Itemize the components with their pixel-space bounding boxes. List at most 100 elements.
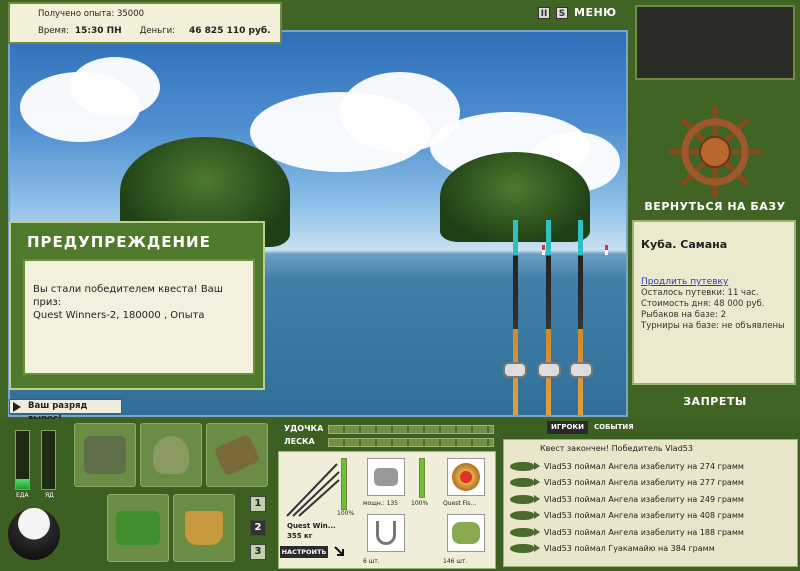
pause-button[interactable]: II: [538, 6, 550, 19]
reel-icon: [537, 362, 561, 378]
list-item: Vlad53 поймал Ангела изабелиту на 277 гр…: [504, 475, 797, 491]
list-item: Vlad53 поймал Гуакамайю на 384 грамм: [504, 541, 797, 557]
poison-meter: [41, 430, 56, 490]
bans-button[interactable]: ЗАПРЕТЫ: [632, 395, 798, 408]
inventory-slot-tools[interactable]: [206, 423, 268, 487]
rod-percent: 100%: [337, 510, 355, 517]
rod-name: Quest Win...: [287, 522, 336, 530]
rod-image-icon[interactable]: [283, 458, 341, 520]
warning-line-1: Вы стали победителем квеста! Ваш приз:: [33, 284, 223, 308]
event-text: Vlad53 поймал Ангела изабелиту на 188 гр…: [544, 527, 744, 537]
arrow-down-right-icon[interactable]: [334, 546, 346, 558]
rod-weight: 355 кг: [287, 532, 313, 540]
trip-remaining: Осталось путевки: 11 час.: [641, 288, 759, 298]
bobber-icon: [605, 245, 608, 255]
rod-durability-fill: [342, 459, 346, 509]
food-basket-icon: [116, 511, 160, 545]
fish-icon: [510, 544, 540, 553]
inventory-slot-tackle-box[interactable]: [74, 423, 136, 487]
setup-button[interactable]: НАСТРОИТЬ: [280, 546, 328, 558]
day-cost: Стоимость дня: 48 000 руб.: [641, 299, 765, 309]
events-header: Квест закончен! Победитель Vlad53: [540, 444, 693, 453]
time-label: Время:: [38, 26, 69, 36]
reel-durability-bar: [419, 458, 425, 498]
event-text: Vlad53 поймал Ангела изабелиту на 274 гр…: [544, 461, 744, 471]
event-text: Vlad53 поймал Ангела изабелиту на 408 гр…: [544, 511, 744, 520]
rank-up-notice[interactable]: Ваш разряд вырос!: [9, 399, 122, 424]
reel-slot[interactable]: [367, 458, 405, 496]
line-name: Quest Fis...: [443, 500, 477, 507]
list-item: Vlad53 поймал Ангела изабелиту на 408 гр…: [504, 508, 797, 524]
reel-durability-fill: [420, 459, 424, 497]
bucket-icon: [185, 511, 223, 545]
location-panel: Куба. Самана Продлить путевку Осталось п…: [632, 220, 796, 385]
exp-label: Получено опыта:: [38, 9, 115, 19]
fish-icon: [510, 527, 540, 537]
ship-wheel-icon[interactable]: [632, 88, 798, 216]
rod-label: УДОЧКА: [284, 424, 324, 433]
bait-slot[interactable]: [447, 514, 485, 552]
inventory-tab-2[interactable]: 2: [250, 520, 266, 536]
time-value: 15:30 ПН: [74, 26, 122, 36]
inventory-slot-basket[interactable]: [107, 494, 169, 562]
warning-line-2: Quest Winners-2, 180000 , Опыта: [33, 310, 205, 321]
tools-icon: [213, 433, 261, 477]
fish-icon: [510, 494, 540, 504]
events-panel: ИГРОКИ СОБЫТИЯ Квест закончен! Победител…: [503, 421, 798, 569]
line-spool-icon: [452, 463, 480, 491]
reel-icon: [569, 362, 593, 378]
arrow-icon: [13, 402, 21, 412]
event-text: Vlad53 поймал Ангела изабелиту на 249 гр…: [544, 494, 744, 504]
event-text: Vlad53 поймал Гуакамайю на 384 грамм: [544, 544, 715, 553]
list-item: Vlad53 поймал Ангела изабелиту на 249 гр…: [504, 491, 797, 507]
list-item: Vlad53 поймал Ангела изабелиту на 188 гр…: [504, 524, 797, 540]
sound-button[interactable]: S: [556, 6, 568, 19]
cauldron-icon[interactable]: [8, 508, 60, 560]
events-tabs: ИГРОКИ СОБЫТИЯ: [547, 421, 638, 434]
rod-3[interactable]: [578, 220, 583, 415]
inventory-slot-bucket[interactable]: [173, 494, 235, 562]
poison-label: ЯД: [45, 492, 54, 499]
tab-players[interactable]: ИГРОКИ: [547, 421, 588, 434]
tackle-box-icon: [84, 436, 126, 474]
warning-title: ПРЕДУПРЕЖДЕНИЕ: [27, 233, 211, 251]
fishers-count: Рыбаков на базе: 2: [641, 310, 726, 320]
money-label: Деньги:: [139, 26, 176, 36]
rod-2[interactable]: [546, 220, 551, 415]
minimap-panel: [635, 5, 795, 80]
hooks-count: 6 шт.: [363, 558, 380, 565]
hook-slot[interactable]: [367, 514, 405, 552]
inventory-slot-bag[interactable]: [140, 423, 202, 487]
reel-icon: [503, 362, 527, 378]
rod-durability-bar: [341, 458, 347, 510]
fish-icon: [510, 461, 540, 471]
extend-trip-link[interactable]: Продлить путевку: [641, 277, 787, 287]
tab-events[interactable]: СОБЫТИЯ: [590, 421, 638, 434]
bait-count: 146 шт.: [443, 558, 468, 565]
fish-icon: [510, 478, 540, 487]
exp-row: Получено опыта: 35000: [38, 9, 280, 19]
event-text: Vlad53 поймал Ангела изабелиту на 277 гр…: [544, 478, 744, 487]
warning-message: Вы стали победителем квеста! Ваш приз: Q…: [23, 259, 255, 375]
line-spool-slot[interactable]: [447, 458, 485, 496]
exp-value: 35000: [116, 9, 145, 19]
tournaments-status: Турниры на базе: не объявлены: [641, 321, 785, 331]
bobber-icon: [542, 245, 545, 255]
line-selector-bar[interactable]: [328, 438, 494, 447]
reel-icon: [374, 468, 398, 486]
food-label: ЕДА: [16, 492, 29, 499]
inventory-tab-1[interactable]: 1: [250, 496, 266, 512]
list-item: Vlad53 поймал Ангела изабелиту на 274 гр…: [504, 458, 797, 474]
events-list: Квест закончен! Победитель Vlad53 Vlad53…: [503, 439, 798, 567]
food-meter: [15, 430, 30, 490]
inventory-tab-3[interactable]: 3: [250, 544, 266, 560]
return-to-base-button[interactable]: ВЕРНУТЬСЯ НА БАЗУ: [632, 200, 798, 213]
bag-icon: [153, 436, 189, 474]
cloud: [70, 57, 160, 117]
header-controls: II S МЕНЮ: [538, 6, 617, 19]
rod-selector-bar[interactable]: [328, 425, 494, 434]
player-info-panel: Получено опыта: 35000 Время: 15:30 ПН Де…: [8, 2, 282, 44]
rod-1[interactable]: [513, 220, 518, 415]
warning-dialog: ПРЕДУПРЕЖДЕНИЕ Вы стали победителем квес…: [9, 221, 265, 390]
menu-button[interactable]: МЕНЮ: [574, 6, 617, 19]
